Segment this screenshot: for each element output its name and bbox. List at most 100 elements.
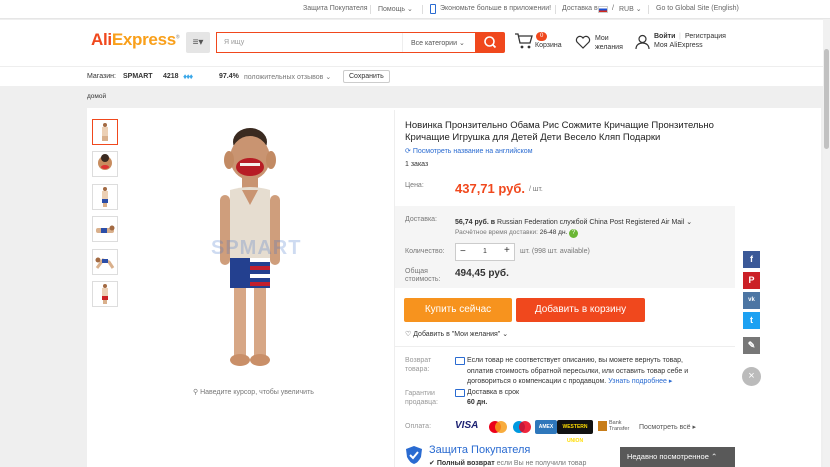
cart-link[interactable]: 0 Корзина bbox=[514, 32, 562, 52]
close-icon[interactable]: × bbox=[742, 367, 761, 386]
currency-label: RUB bbox=[619, 6, 634, 13]
store-bar: Магазин: SPMART 4218 ♦♦♦ 97.4% положител… bbox=[0, 66, 830, 86]
store-name-link[interactable]: SPMART bbox=[123, 73, 153, 80]
magnifier-icon: ⚲ bbox=[193, 389, 199, 396]
total-label-line-1: Общая bbox=[405, 268, 428, 275]
divider bbox=[370, 5, 371, 14]
heart-icon: ♡ bbox=[405, 331, 412, 338]
see-all-payments-link[interactable]: Посмотреть всё ▸ bbox=[639, 423, 696, 431]
edit-icon[interactable]: ✎ bbox=[743, 337, 760, 354]
quantity-decrease-button[interactable]: − bbox=[460, 246, 466, 257]
quantity-increase-button[interactable]: + bbox=[504, 245, 510, 256]
quantity-label: Количество: bbox=[405, 248, 445, 255]
returns-text: Если товар не соответствует описанию, вы… bbox=[467, 356, 737, 388]
thumbnail-2[interactable] bbox=[92, 151, 118, 177]
search-button[interactable] bbox=[476, 32, 505, 53]
total-value: 494,45 руб. bbox=[455, 268, 509, 279]
chevron-down-icon: ⌄ bbox=[635, 6, 642, 13]
register-link[interactable]: Регистрация bbox=[685, 33, 726, 40]
english-title-text: Посмотреть название на английском bbox=[412, 148, 533, 155]
delivery-time-label: Расчётное время доставки: bbox=[455, 229, 538, 236]
search-box[interactable]: Я ищу Все категории ⌄ bbox=[216, 32, 476, 53]
bank-transfer-icon: Bank Transfer bbox=[598, 420, 629, 432]
pinterest-icon[interactable]: P bbox=[743, 272, 760, 289]
watermark: SPMART bbox=[211, 237, 302, 259]
thumbnail-6[interactable] bbox=[92, 281, 118, 307]
refund-tail: если Вы не получили товар bbox=[496, 460, 587, 467]
price-value: 437,71 руб. bbox=[455, 181, 526, 196]
category-select[interactable]: Все категории ⌄ bbox=[402, 33, 477, 52]
total-label: Общая стоимость: bbox=[405, 268, 440, 284]
document-icon bbox=[455, 357, 465, 365]
wishlist-label: Мои желания bbox=[595, 34, 623, 52]
check-icon: ✔ bbox=[429, 460, 435, 467]
heart-icon bbox=[575, 35, 591, 49]
returns-text-line-2: оплатив стоимость обратной пересылки, ил… bbox=[467, 367, 689, 375]
help-label: Помощь bbox=[378, 6, 406, 13]
guarantee-label-line-1: Гарантии bbox=[405, 390, 435, 397]
add-to-wishlist-link[interactable]: ♡ Добавить в "Мои желания" ⌄ bbox=[405, 330, 508, 338]
shipping-label: Доставка: bbox=[405, 216, 438, 223]
twitter-icon[interactable]: t bbox=[743, 312, 760, 329]
quantity-stepper: − 1 + bbox=[455, 243, 515, 261]
recently-viewed-label: Недавно посмотренное bbox=[627, 452, 709, 461]
refund-bold: Полный возврат bbox=[436, 460, 495, 467]
column-divider bbox=[394, 110, 395, 467]
global-site-link[interactable]: Go to Global Site (English) bbox=[656, 5, 739, 12]
login-link[interactable]: Войти bbox=[654, 33, 675, 40]
returns-label-line-2: товара: bbox=[405, 366, 430, 373]
quantity-input[interactable]: 1 bbox=[483, 248, 487, 255]
shipping-method-select[interactable]: 56,74 руб. в Russian Federation службой … bbox=[455, 218, 692, 226]
guarantee-label: Гарантии продавца: bbox=[405, 389, 438, 407]
breadcrumb-home-link[interactable]: домой bbox=[87, 93, 106, 100]
buyer-protection-refund: ✔ Полный возврат если Вы не получили тов… bbox=[429, 459, 586, 467]
thumbnail-5[interactable] bbox=[92, 249, 118, 275]
store-label: Магазин: bbox=[87, 73, 116, 80]
ship-to-label: Доставка в bbox=[562, 5, 598, 12]
categories-menu-button[interactable]: ≡▾ bbox=[186, 32, 210, 53]
orders-count: 1 заказ bbox=[405, 161, 429, 168]
returns-label-line-1: Возврат bbox=[405, 357, 432, 364]
help-icon[interactable]: ? bbox=[569, 229, 579, 238]
chevron-up-icon: ⌃ bbox=[711, 452, 718, 461]
learn-more-link[interactable]: Узнать подробнее ▸ bbox=[608, 378, 672, 385]
positive-feedback-label: положительных отзывов bbox=[244, 74, 324, 81]
store-rating-number: 4218 bbox=[163, 73, 179, 80]
wishlist-link[interactable]: Мои желания bbox=[575, 35, 623, 51]
mastercard-icon bbox=[489, 421, 507, 433]
scrollbar-thumb[interactable] bbox=[824, 49, 829, 149]
facebook-icon[interactable]: f bbox=[743, 251, 760, 268]
user-icon bbox=[635, 34, 650, 50]
aliexpress-logo[interactable]: AliExpress® bbox=[91, 30, 180, 50]
ship-to-menu[interactable]: Доставка в bbox=[562, 5, 598, 12]
thumbnail-4[interactable] bbox=[92, 216, 118, 242]
delivery-time-value: 26-48 дн. bbox=[539, 229, 568, 236]
scrollbar[interactable] bbox=[823, 19, 830, 467]
phone-icon bbox=[430, 4, 436, 14]
recently-viewed-tab[interactable]: Недавно посмотренное ⌃ bbox=[620, 447, 735, 467]
add-to-cart-button[interactable]: Добавить в корзину bbox=[516, 298, 645, 322]
positive-feedback-link[interactable]: положительных отзывов ⌄ bbox=[244, 73, 331, 81]
stock-info: шт. (998 шт. available) bbox=[520, 248, 590, 255]
english-title-link[interactable]: ⟳ Посмотреть название на английском bbox=[405, 147, 533, 155]
wishlist-line-2: желания bbox=[595, 44, 623, 51]
app-promo-link[interactable]: Экономьте больше в приложении! bbox=[440, 5, 551, 12]
thumbnail-3[interactable] bbox=[92, 184, 118, 210]
search-input[interactable]: Я ищу bbox=[224, 39, 244, 46]
chevron-down-icon: ⌄ bbox=[686, 219, 693, 226]
divider bbox=[648, 5, 649, 14]
buyer-protection-link[interactable]: Защита Покупателя bbox=[303, 5, 368, 12]
maestro-icon bbox=[513, 421, 531, 433]
help-menu[interactable]: Помощь ⌄ bbox=[378, 5, 413, 13]
buy-now-button[interactable]: Купить сейчас bbox=[404, 298, 512, 322]
thumbnail-1[interactable] bbox=[92, 119, 118, 145]
save-store-button[interactable]: Сохранить bbox=[343, 70, 390, 83]
vk-icon[interactable]: vk bbox=[743, 292, 760, 309]
logo-express: Express bbox=[111, 30, 176, 49]
my-aliexpress-link[interactable]: Моя AliExpress bbox=[654, 42, 703, 49]
diamond-icon: ♦♦♦ bbox=[183, 72, 193, 81]
chevron-down-icon: ⌄ bbox=[407, 6, 413, 13]
divider bbox=[555, 5, 556, 14]
top-bar: Защита Покупателя Помощь ⌄ Экономьте бол… bbox=[0, 0, 830, 19]
currency-menu[interactable]: RUB ⌄ bbox=[619, 5, 642, 13]
